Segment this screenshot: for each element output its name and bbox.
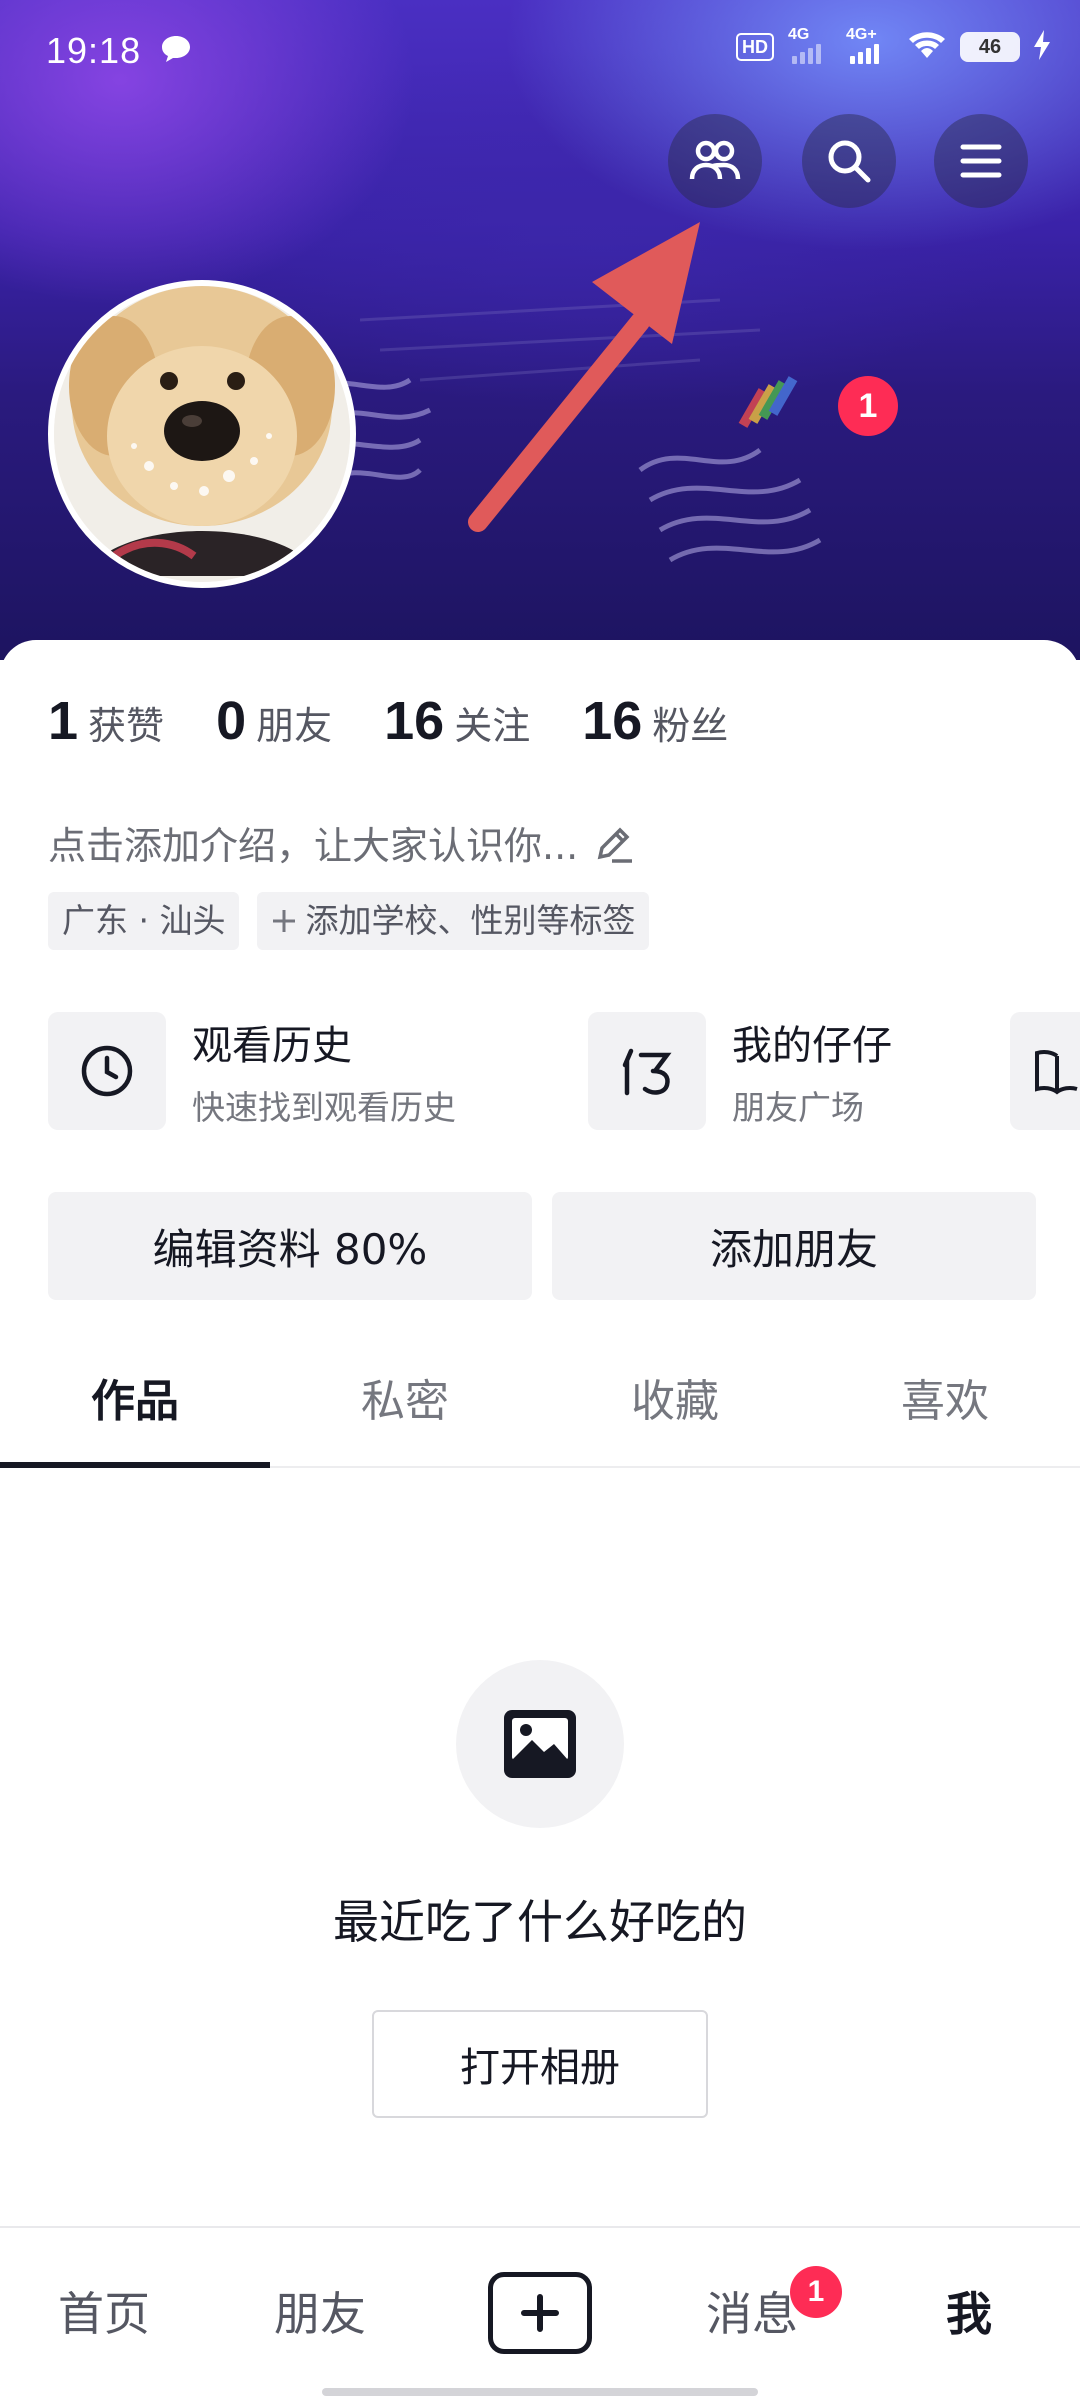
- content-tabs: 作品 私密 收藏 喜欢: [0, 1328, 1080, 1468]
- tab-favorites[interactable]: 收藏: [540, 1328, 810, 1466]
- plus-icon: [521, 2294, 559, 2332]
- home-indicator: [322, 2388, 758, 2396]
- shortcut-subtitle: 快速找到观看历史: [192, 1088, 456, 1127]
- stat-friends[interactable]: 0 朋友: [216, 690, 332, 752]
- shortcut-watch-history[interactable]: 观看历史 快速找到观看历史: [48, 1012, 456, 1130]
- tab-likes[interactable]: 喜欢: [810, 1328, 1080, 1466]
- zaizai-icon: [588, 1012, 706, 1130]
- stat-following[interactable]: 16 关注: [384, 690, 530, 752]
- profile-actions: 编辑资料 80% 添加朋友: [48, 1192, 1036, 1300]
- plus-icon: [273, 910, 296, 932]
- add-friends-button[interactable]: 添加朋友: [552, 1192, 1036, 1300]
- location-tag[interactable]: 广东 · 汕头: [48, 892, 240, 950]
- profile-content: 1 获赞 0 朋友 16 关注 16 粉丝 点击添加介绍，让大家认识你... 广…: [0, 640, 1080, 2230]
- bio-edit[interactable]: 点击添加介绍，让大家认识你...: [48, 815, 636, 870]
- shortcuts-row: 观看历史 快速找到观看历史 我的仔仔 朋友广场: [48, 1012, 1080, 1136]
- shortcut-book[interactable]: [1010, 1012, 1080, 1130]
- stat-friends-label: 朋友: [256, 704, 333, 748]
- stat-friends-count: 0: [216, 691, 247, 751]
- open-album-button[interactable]: 打开相册: [372, 2010, 708, 2118]
- add-tags-label: 添加学校、性别等标签: [305, 901, 636, 940]
- nav-home[interactable]: 首页: [58, 2278, 150, 2344]
- edit-profile-button[interactable]: 编辑资料 80%: [48, 1192, 532, 1300]
- create-post-button[interactable]: [488, 2272, 592, 2354]
- stat-likes-count: 1: [48, 691, 79, 751]
- empty-state-text: 最近吃了什么好吃的: [333, 1895, 747, 1949]
- stat-following-label: 关注: [454, 704, 531, 748]
- nav-friends[interactable]: 朋友: [274, 2278, 366, 2344]
- stat-followers-label: 粉丝: [652, 704, 729, 748]
- shortcut-subtitle: 朋友广场: [732, 1088, 864, 1127]
- book-icon: [1010, 1012, 1080, 1130]
- nav-me[interactable]: 我: [946, 2278, 992, 2344]
- bottom-nav: 首页 朋友 消息 1 我: [0, 2226, 1080, 2400]
- bio-placeholder: 点击添加介绍，让大家认识你...: [48, 824, 579, 868]
- stat-followers[interactable]: 16 粉丝: [582, 690, 728, 752]
- annotation-arrow: [468, 222, 700, 532]
- stat-likes[interactable]: 1 获赞: [48, 690, 164, 752]
- image-icon: [456, 1660, 624, 1828]
- nav-messages[interactable]: 消息: [706, 2278, 798, 2344]
- add-tags-button[interactable]: 添加学校、性别等标签: [257, 892, 650, 950]
- tab-works[interactable]: 作品: [0, 1328, 270, 1468]
- shortcut-title: 观看历史: [192, 1023, 352, 1069]
- stat-following-count: 16: [384, 691, 445, 751]
- shortcut-title: 我的仔仔: [732, 1023, 892, 1069]
- stat-likes-label: 获赞: [88, 704, 165, 748]
- profile-tags: 广东 · 汕头 添加学校、性别等标签: [48, 892, 650, 950]
- stat-followers-count: 16: [582, 691, 643, 751]
- shortcut-my-zaizai[interactable]: 我的仔仔 朋友广场: [588, 1012, 892, 1130]
- profile-stats: 1 获赞 0 朋友 16 关注 16 粉丝: [48, 690, 780, 752]
- messages-badge: 1: [790, 2266, 842, 2318]
- pencil-icon: [597, 827, 633, 863]
- tab-private[interactable]: 私密: [270, 1328, 540, 1466]
- clock-icon: [48, 1012, 166, 1130]
